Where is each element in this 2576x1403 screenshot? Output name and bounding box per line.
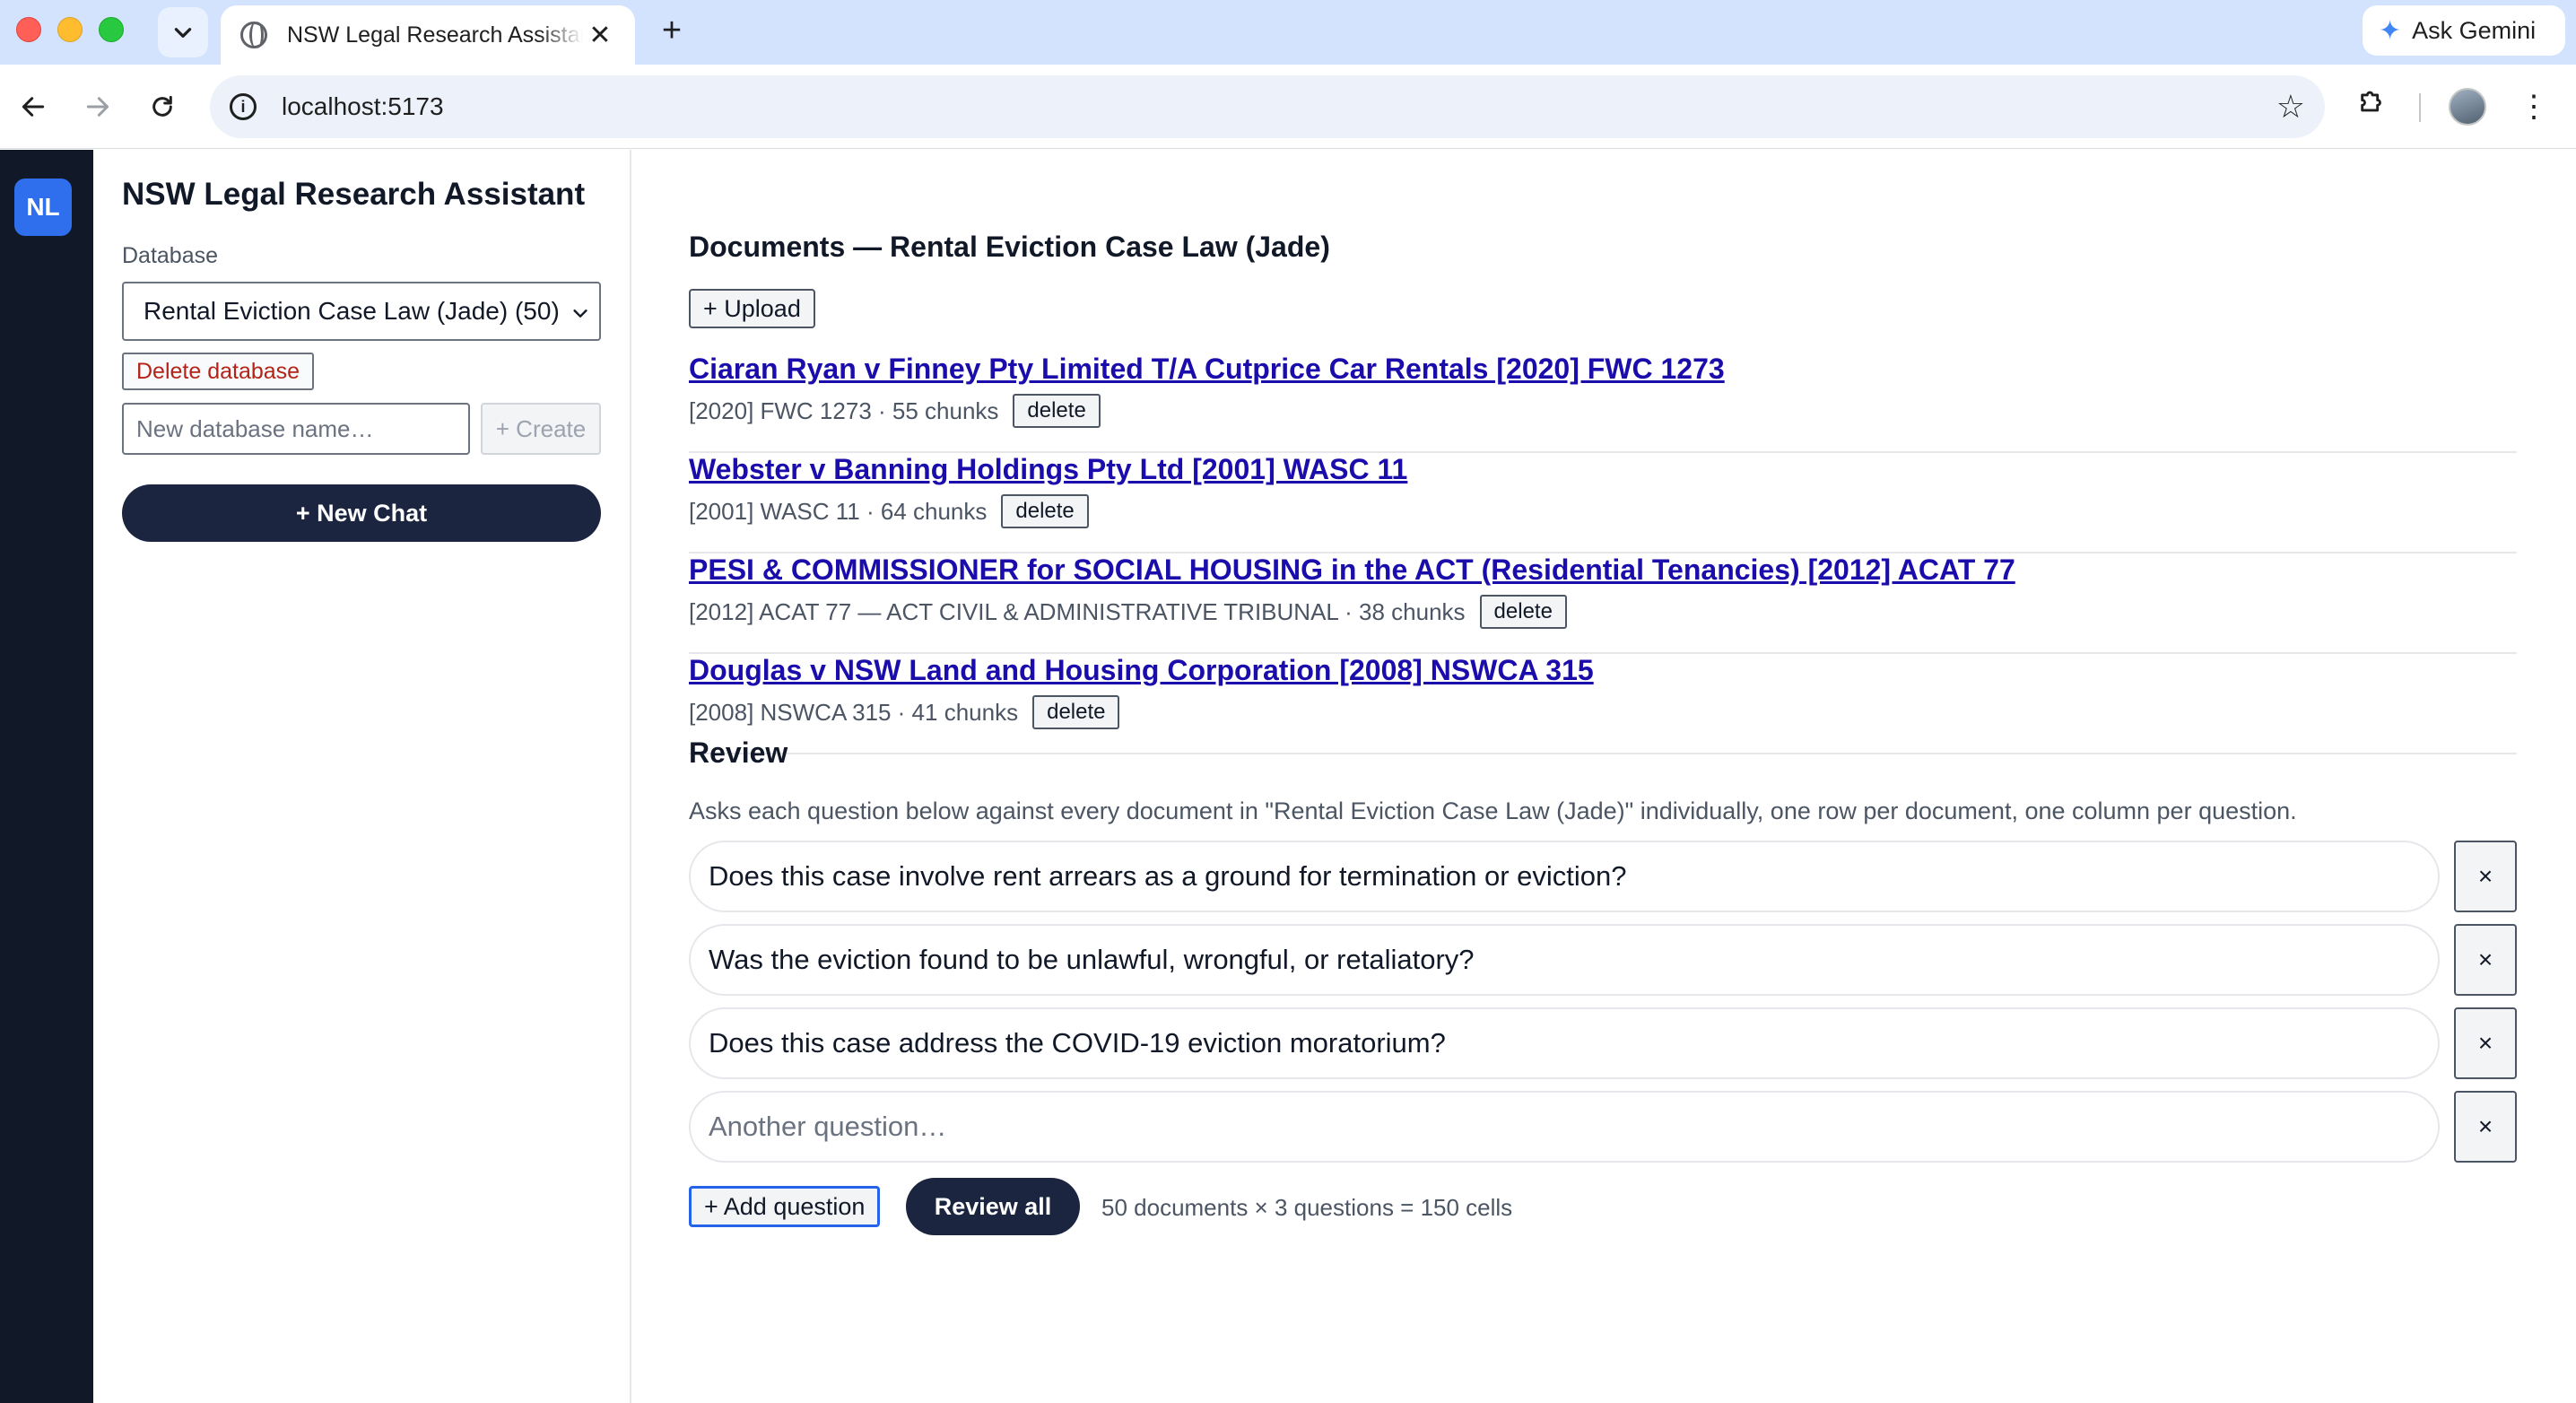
ask-gemini-button[interactable]: ✦ Ask Gemini xyxy=(2363,5,2565,56)
arrow-left-icon[interactable] xyxy=(11,84,56,129)
browser-tab[interactable]: NSW Legal Research Assistant ✕ xyxy=(221,5,635,65)
document-meta: [2008] NSWCA 315 · 41 chunks xyxy=(689,698,1019,726)
review-all-button[interactable]: Review all xyxy=(906,1178,1080,1235)
workspace-badge[interactable]: NL xyxy=(14,179,72,236)
document-list[interactable]: Ciaran Ryan v Finney Pty Limited T/A Cut… xyxy=(689,353,2517,859)
puzzle-icon[interactable] xyxy=(2350,84,2395,129)
chevron-down-icon xyxy=(174,28,192,38)
delete-document-button[interactable]: delete xyxy=(1032,695,1120,729)
review-heading: Review xyxy=(689,736,788,769)
create-database-button[interactable]: + Create xyxy=(481,403,601,455)
profile-avatar[interactable] xyxy=(2449,88,2486,126)
globe-icon xyxy=(240,22,267,48)
new-database-name-input[interactable] xyxy=(122,403,470,455)
window-minimize-button[interactable] xyxy=(57,17,83,42)
toolbar-divider xyxy=(2419,93,2421,122)
ask-gemini-label: Ask Gemini xyxy=(2412,16,2537,44)
tab-search-button[interactable] xyxy=(158,7,208,57)
address-bar[interactable]: i localhost:5173 ☆ xyxy=(210,75,2325,138)
document-meta: [2012] ACAT 77 — ACT CIVIL & ADMINISTRAT… xyxy=(689,597,1466,625)
document-link[interactable]: PESI & COMMISSIONER for SOCIAL HOUSING i… xyxy=(689,553,2015,587)
remove-question-button[interactable]: × xyxy=(2454,1007,2517,1079)
workspace-rail: NL xyxy=(0,150,93,1403)
database-select[interactable]: Rental Eviction Case Law (Jade) (50) xyxy=(122,282,601,341)
url-text[interactable]: localhost:5173 xyxy=(282,92,444,121)
upload-button[interactable]: + Upload xyxy=(689,289,815,328)
delete-document-button[interactable]: delete xyxy=(1001,494,1089,528)
window-zoom-button[interactable] xyxy=(99,17,124,42)
new-chat-button[interactable]: + New Chat xyxy=(122,484,601,542)
document-meta: [2020] FWC 1273 · 55 chunks xyxy=(689,396,999,424)
close-icon[interactable]: ✕ xyxy=(585,20,615,51)
list-item: Ciaran Ryan v Finney Pty Limited T/A Cut… xyxy=(689,353,2517,453)
question-row: × xyxy=(689,1091,2517,1163)
document-link[interactable]: Ciaran Ryan v Finney Pty Limited T/A Cut… xyxy=(689,353,1725,386)
kebab-icon[interactable]: ⋮ xyxy=(2511,84,2556,129)
star-icon[interactable]: ☆ xyxy=(2276,88,2305,126)
main-panel: Documents — Rental Eviction Case Law (Ja… xyxy=(633,150,2576,1403)
question-input[interactable] xyxy=(689,1007,2440,1079)
arrow-right-icon[interactable] xyxy=(75,84,120,129)
new-question-input[interactable] xyxy=(689,1091,2440,1163)
gemini-sparkle-icon: ✦ xyxy=(2379,15,2402,46)
document-link[interactable]: Douglas v NSW Land and Housing Corporati… xyxy=(689,654,1594,687)
browser-toolbar: i localhost:5173 ☆ ⋮ xyxy=(0,65,2576,149)
app-title: NSW Legal Research Assistant xyxy=(122,177,586,212)
document-link[interactable]: Webster v Banning Holdings Pty Ltd [2001… xyxy=(689,453,1407,486)
question-input[interactable] xyxy=(689,841,2440,912)
browser-tab-bar: NSW Legal Research Assistant ✕ + ✦ Ask G… xyxy=(0,0,2576,65)
delete-document-button[interactable]: delete xyxy=(1479,595,1567,629)
window-close-button[interactable] xyxy=(16,17,41,42)
list-item: PESI & COMMISSIONER for SOCIAL HOUSING i… xyxy=(689,553,2517,654)
info-icon[interactable]: i xyxy=(230,93,257,120)
list-item: Douglas v NSW Land and Housing Corporati… xyxy=(689,654,2517,754)
add-question-button[interactable]: + Add question xyxy=(689,1186,881,1227)
database-label: Database xyxy=(122,243,219,268)
delete-database-button[interactable]: Delete database xyxy=(122,353,315,390)
remove-question-button[interactable]: × xyxy=(2454,924,2517,996)
documents-heading: Documents — Rental Eviction Case Law (Ja… xyxy=(689,231,1330,263)
remove-question-button[interactable]: × xyxy=(2454,841,2517,912)
database-select-value: Rental Eviction Case Law (Jade) (50) xyxy=(144,297,560,325)
question-row: × xyxy=(689,924,2517,996)
sidebar: NSW Legal Research Assistant Database Re… xyxy=(93,150,631,1403)
review-description: Asks each question below against every d… xyxy=(689,797,2297,824)
list-item: Webster v Banning Holdings Pty Ltd [2001… xyxy=(689,453,2517,553)
question-row: × xyxy=(689,1007,2517,1079)
cells-summary: 50 documents × 3 questions = 150 cells xyxy=(1101,1194,1513,1221)
tab-title: NSW Legal Research Assistant xyxy=(287,22,583,48)
chevron-down-icon xyxy=(570,296,590,329)
document-meta: [2001] WASC 11 · 64 chunks xyxy=(689,497,988,525)
question-row: × xyxy=(689,841,2517,912)
plus-icon[interactable]: + xyxy=(651,11,692,52)
remove-question-button[interactable]: × xyxy=(2454,1091,2517,1163)
question-input[interactable] xyxy=(689,924,2440,996)
reload-icon[interactable] xyxy=(140,84,185,129)
delete-document-button[interactable]: delete xyxy=(1013,394,1101,428)
